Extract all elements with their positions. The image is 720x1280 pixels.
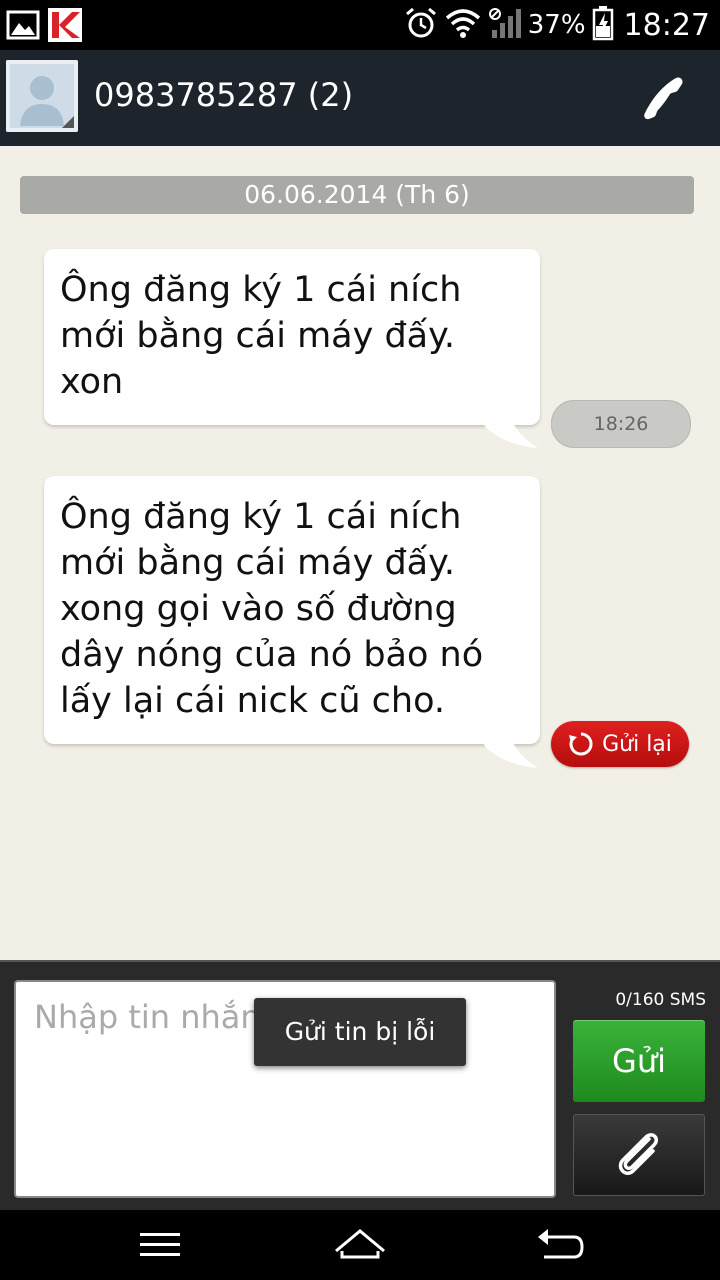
contact-avatar[interactable] bbox=[6, 60, 78, 132]
battery-percent: 37% bbox=[527, 10, 586, 40]
date-separator: 06.06.2014 (Th 6) bbox=[20, 176, 694, 214]
status-bar: 37% 18:27 bbox=[0, 0, 720, 50]
message-timestamp: 18:26 bbox=[551, 400, 691, 448]
paperclip-icon bbox=[618, 1133, 658, 1175]
alarm-icon bbox=[404, 6, 438, 44]
image-icon bbox=[6, 8, 40, 42]
home-icon[interactable] bbox=[330, 1225, 390, 1265]
back-icon[interactable] bbox=[530, 1225, 590, 1265]
contact-title: 0983785287 (2) bbox=[94, 76, 354, 114]
attach-button[interactable] bbox=[573, 1114, 705, 1196]
wifi-icon bbox=[444, 6, 482, 44]
bubble-tail bbox=[480, 416, 538, 448]
sms-counter: 0/160 SMS bbox=[615, 990, 706, 1010]
message-input-placeholder: Nhập tin nhắn bbox=[34, 998, 261, 1036]
kaspersky-icon bbox=[48, 8, 82, 42]
navigation-bar bbox=[0, 1210, 720, 1280]
message-bubble[interactable]: Ông đăng ký 1 cái ních mới bằng cái máy … bbox=[44, 476, 540, 744]
clock-time: 18:27 bbox=[623, 7, 710, 43]
message-bubble[interactable]: Ông đăng ký 1 cái ních mới bằng cái máy … bbox=[44, 249, 540, 425]
bubble-tail bbox=[480, 736, 538, 768]
battery-charging-icon bbox=[592, 5, 614, 45]
signal-icon bbox=[488, 6, 522, 44]
error-toast: Gửi tin bị lỗi bbox=[254, 998, 466, 1066]
send-button[interactable]: Gửi bbox=[573, 1020, 705, 1102]
resend-label: Gửi lại bbox=[602, 731, 672, 757]
menu-icon[interactable] bbox=[130, 1225, 190, 1265]
conversation-header: 0983785287 (2) bbox=[0, 50, 720, 146]
resend-button[interactable]: Gửi lại bbox=[551, 721, 689, 767]
conversation-area[interactable]: 06.06.2014 (Th 6) Ông đăng ký 1 cái ních… bbox=[0, 146, 720, 960]
retry-icon bbox=[569, 732, 593, 756]
phone-icon[interactable] bbox=[640, 72, 690, 122]
